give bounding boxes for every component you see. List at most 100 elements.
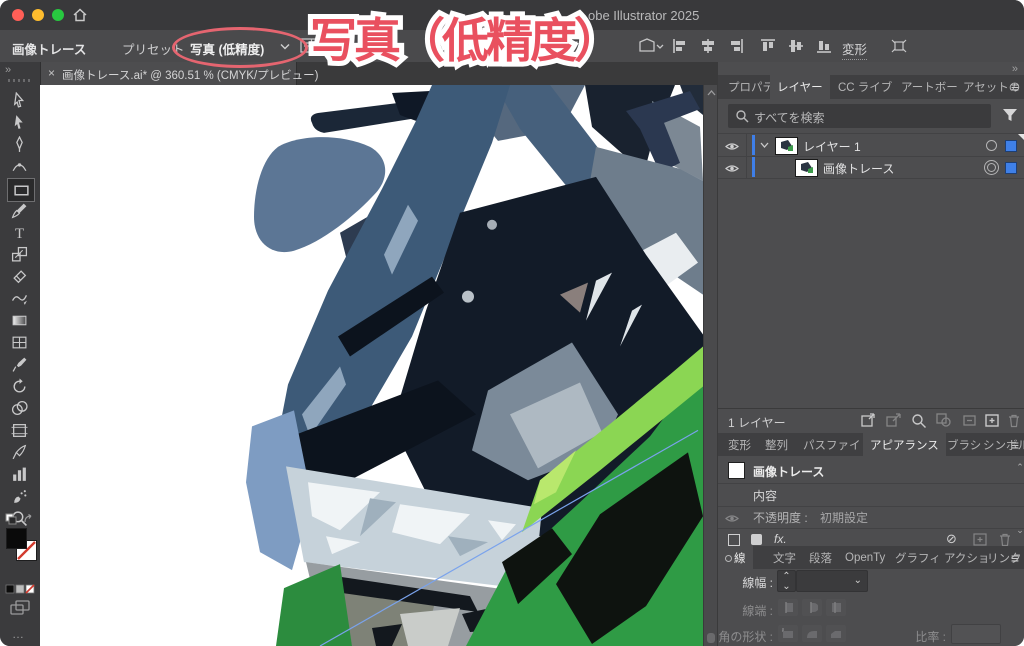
scroll-up-icon[interactable]: ⌃	[1016, 462, 1024, 473]
appearance-swatch[interactable]	[728, 462, 745, 479]
locate-object-icon[interactable]	[911, 413, 927, 433]
align-center-vertical-icon[interactable]	[788, 38, 804, 54]
type-tool[interactable]: T	[11, 224, 29, 242]
expand-layer-chevron-icon[interactable]	[760, 142, 769, 148]
add-effect-fx-icon[interactable]: fx.	[774, 532, 787, 546]
clear-appearance-icon[interactable]: ⊘	[946, 531, 957, 547]
target-circle-icon[interactable]	[986, 140, 997, 151]
appearance-item-row[interactable]: 画像トレース	[718, 460, 1024, 484]
layers-search-input[interactable]: すべてを検索	[728, 104, 991, 128]
cap-round-icon[interactable]	[802, 599, 822, 616]
new-layer-icon[interactable]	[984, 413, 1000, 433]
selection-tool[interactable]	[11, 114, 29, 132]
sublayer-thumbnail[interactable]	[795, 159, 818, 177]
collapse-panels-icon[interactable]: »	[1012, 63, 1019, 75]
vertical-scrollbar[interactable]	[703, 85, 718, 646]
tab-character[interactable]: 文字	[766, 546, 803, 569]
target-circle-double-icon[interactable]	[984, 160, 999, 175]
close-tab-icon[interactable]: ×	[48, 66, 55, 80]
scrollbar-thumb[interactable]	[707, 633, 715, 643]
layer-thumbnail[interactable]	[775, 137, 798, 155]
add-fill-icon[interactable]	[751, 534, 762, 545]
filter-funnel-icon[interactable]	[1002, 107, 1018, 123]
align-top-icon[interactable]	[760, 38, 776, 54]
tab-transform[interactable]: 変形	[721, 433, 758, 456]
align-center-horizontal-icon[interactable]	[700, 38, 716, 54]
eye-icon[interactable]	[725, 511, 739, 529]
tab-align[interactable]: 整列	[758, 433, 795, 456]
tab-stroke[interactable]: 線	[718, 546, 753, 569]
align-bottom-icon[interactable]	[816, 38, 832, 54]
visibility-eye-icon[interactable]	[725, 161, 739, 179]
knife-tool[interactable]	[11, 444, 29, 462]
appearance-opacity-row[interactable]: 不透明度 : 初期設定	[718, 506, 1024, 528]
tab-appearance[interactable]: アピアランス	[863, 433, 946, 456]
scale-tool[interactable]	[11, 246, 29, 264]
tab-cc-libraries[interactable]: CC ライブ	[831, 75, 899, 99]
artboard-canvas[interactable]	[40, 85, 703, 646]
ratio-input[interactable]	[951, 624, 1001, 644]
selection-square[interactable]	[1005, 162, 1017, 174]
combo-chevron-icon[interactable]: ⌄	[854, 576, 862, 586]
direct-selection-tool[interactable]	[11, 91, 29, 110]
layer-row-2[interactable]: 画像トレース	[718, 156, 1024, 179]
rectangle-tool[interactable]	[7, 178, 35, 202]
stroke-width-combo[interactable]: ⌄	[796, 570, 868, 592]
eyedropper-tool[interactable]	[11, 356, 29, 374]
tab-layers[interactable]: レイヤー	[770, 75, 830, 99]
tab-opentype[interactable]: OpenTy	[838, 546, 892, 569]
stroke-panel-menu-icon[interactable]: ≡	[1011, 550, 1019, 566]
shape-builder-tool[interactable]	[11, 400, 29, 418]
join-round-icon[interactable]	[802, 625, 822, 642]
new-sublayer-icon[interactable]	[961, 413, 977, 433]
appearance-contents-row[interactable]: 内容	[718, 483, 1024, 507]
tab-paragraph[interactable]: 段落	[802, 546, 839, 569]
delete-layer-icon[interactable]	[1007, 413, 1021, 433]
stroke-width-stepper[interactable]: ⌃ ⌄	[777, 570, 796, 592]
expand-tools-icon[interactable]: »	[5, 64, 12, 76]
mesh-tool[interactable]	[11, 334, 29, 352]
scroll-up-icon[interactable]	[707, 90, 716, 96]
transform-link[interactable]: 変形	[842, 39, 868, 60]
add-stroke-icon[interactable]	[728, 534, 740, 546]
export-icon[interactable]	[886, 413, 902, 433]
join-miter-icon[interactable]	[778, 625, 798, 642]
artboard-tool[interactable]	[11, 422, 29, 440]
eraser-tool[interactable]	[11, 268, 29, 286]
symbol-sprayer-tool[interactable]	[11, 488, 29, 506]
shape-options-icon[interactable]	[638, 37, 664, 55]
appearance-panel-menu-icon[interactable]: ≡	[1011, 437, 1019, 453]
fill-swatch-black[interactable]	[6, 528, 27, 549]
close-window-button[interactable]	[12, 9, 24, 21]
column-graph-tool[interactable]	[11, 466, 29, 484]
transform-reference-icon[interactable]	[890, 38, 908, 54]
shaper-tool[interactable]	[11, 290, 29, 308]
maximize-window-button[interactable]	[52, 9, 64, 21]
align-right-icon[interactable]	[728, 38, 744, 54]
layers-panel-menu-icon[interactable]: ≡	[1011, 79, 1019, 95]
pen-tool[interactable]	[11, 135, 29, 154]
stepper-down-icon[interactable]: ⌄	[778, 582, 795, 592]
curvature-tool[interactable]	[11, 158, 29, 176]
draw-mode-icon[interactable]	[10, 600, 30, 621]
collect-for-export-icon[interactable]	[861, 413, 877, 433]
join-bevel-icon[interactable]	[826, 625, 846, 642]
cap-projecting-icon[interactable]	[826, 599, 846, 616]
more-tools-icon[interactable]: …	[12, 627, 25, 641]
make-mask-icon[interactable]	[936, 413, 952, 433]
gradient-tool[interactable]	[11, 312, 29, 330]
rotate-view-tool[interactable]	[11, 378, 29, 396]
layer-name[interactable]: レイヤー 1	[803, 138, 861, 155]
align-left-icon[interactable]	[672, 38, 688, 54]
tools-drag-handle[interactable]	[8, 79, 32, 82]
fill-stroke-indicator[interactable]	[4, 524, 38, 574]
appearance-scrollbar[interactable]: ⌃ ⌄	[1016, 462, 1024, 535]
paintbrush-tool[interactable]	[11, 202, 29, 220]
scroll-down-icon[interactable]: ⌄	[1016, 525, 1024, 536]
tab-pathfinder[interactable]: パスファイ	[796, 433, 868, 456]
minimize-window-button[interactable]	[32, 9, 44, 21]
opacity-value[interactable]: 初期設定	[820, 509, 868, 526]
cap-butt-icon[interactable]	[778, 599, 798, 616]
home-icon[interactable]	[72, 7, 88, 28]
visibility-eye-icon[interactable]	[725, 139, 739, 157]
